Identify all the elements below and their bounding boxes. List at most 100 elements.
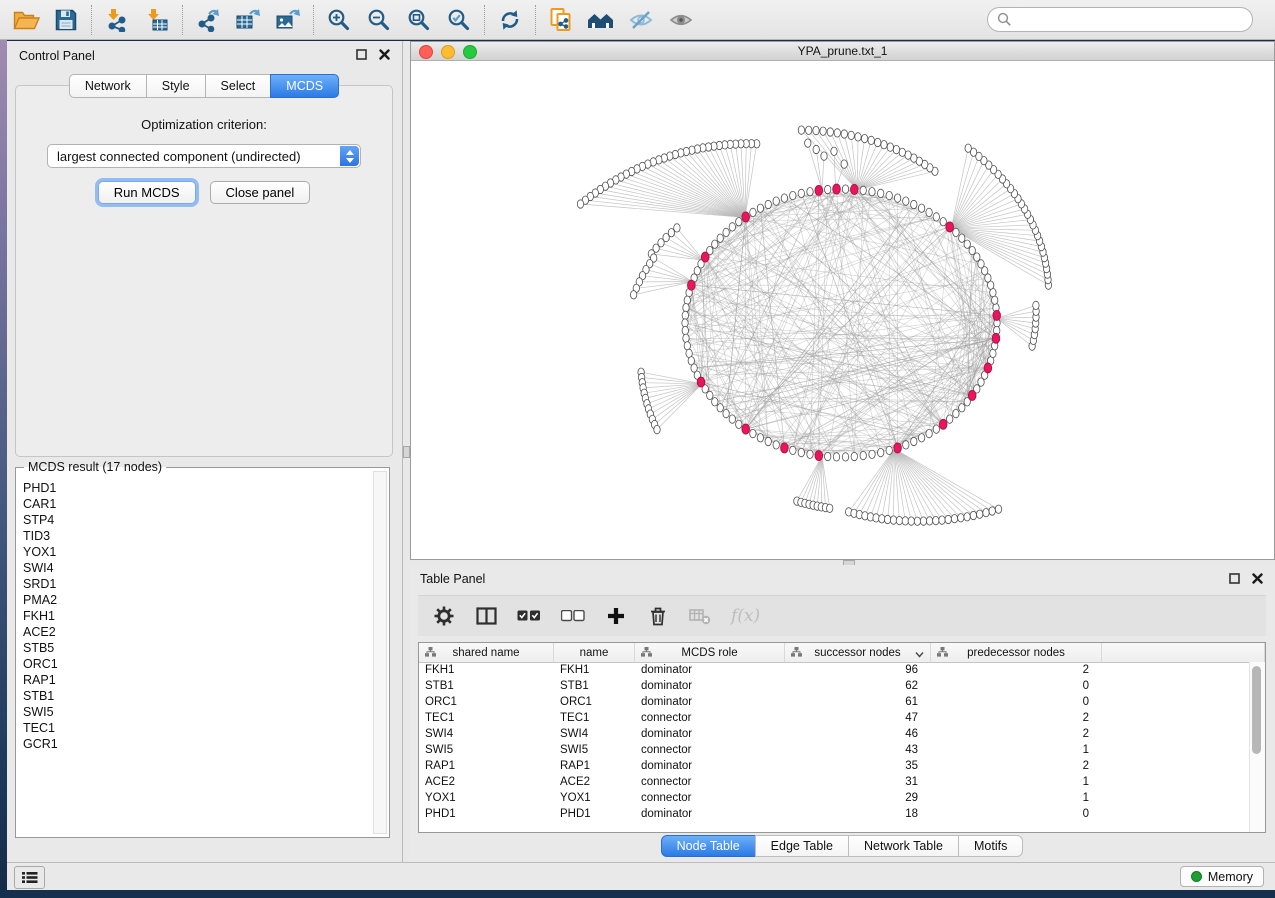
table-cell: 18 (785, 806, 931, 822)
table-row[interactable]: YOX1YOX1connector291 (419, 790, 1249, 806)
tab-network[interactable]: Network (69, 74, 147, 98)
window-minimize-icon[interactable] (441, 45, 455, 59)
select-all-icon[interactable] (517, 604, 541, 628)
table-cell: FKH1 (554, 662, 635, 678)
network-window-titlebar[interactable]: YPA_prune.txt_1 (411, 42, 1274, 61)
table-row[interactable]: ORC1ORC1dominator610 (419, 694, 1249, 710)
list-item[interactable]: RAP1 (23, 672, 373, 688)
delete-table-icon[interactable] (689, 604, 711, 628)
list-item[interactable]: TEC1 (23, 720, 373, 736)
network-window: YPA_prune.txt_1 (410, 41, 1275, 560)
window-close-icon[interactable] (419, 45, 433, 59)
mcds-result-list[interactable]: PHD1CAR1STP4TID3YOX1SWI4SRD1PMA2FKH1ACE2… (16, 474, 373, 835)
zoom-fit-icon[interactable] (399, 3, 439, 37)
table-row[interactable]: TEC1TEC1connector472 (419, 710, 1249, 726)
show-panels-button[interactable] (14, 866, 45, 889)
refresh-icon[interactable] (490, 3, 530, 37)
export-image-icon[interactable] (268, 3, 308, 37)
network-canvas[interactable] (411, 61, 1274, 559)
float-panel-icon[interactable] (1229, 573, 1240, 584)
table-scrollbar[interactable] (1249, 662, 1265, 832)
tab-style[interactable]: Style (146, 74, 206, 98)
tab-node-table[interactable]: Node Table (661, 835, 756, 857)
close-panel-icon[interactable] (1252, 573, 1263, 584)
first-neighbors-icon[interactable] (581, 3, 621, 37)
list-item[interactable]: PHD1 (23, 480, 373, 496)
table-row[interactable]: RAP1RAP1dominator352 (419, 758, 1249, 774)
optimization-criterion-select[interactable]: largest connected component (undirected) (47, 144, 361, 168)
list-item[interactable]: STB1 (23, 688, 373, 704)
table-cell: TEC1 (554, 710, 635, 726)
float-panel-icon[interactable] (356, 49, 367, 60)
list-item[interactable]: TID3 (23, 528, 373, 544)
table-cell: 1 (931, 790, 1102, 806)
hide-selected-icon[interactable] (621, 3, 661, 37)
list-item[interactable]: FKH1 (23, 608, 373, 624)
import-table-icon[interactable] (137, 3, 177, 37)
list-item[interactable]: GCR1 (23, 736, 373, 752)
table-cell: dominator (635, 758, 785, 774)
zoom-selected-icon[interactable] (439, 3, 479, 37)
vertical-splitter[interactable] (403, 41, 410, 862)
list-item[interactable]: PMA2 (23, 592, 373, 608)
export-table-icon[interactable] (228, 3, 268, 37)
sort-chevron-icon[interactable] (915, 649, 924, 661)
tab-network-table[interactable]: Network Table (848, 835, 959, 857)
column-header-successor-nodes[interactable]: successor nodes (785, 643, 931, 662)
column-header-MCDS-role[interactable]: MCDS role (635, 643, 785, 662)
close-panel-icon[interactable] (379, 49, 390, 60)
duplicate-network-icon[interactable] (541, 3, 581, 37)
list-item[interactable]: SRD1 (23, 576, 373, 592)
list-item[interactable]: SWI4 (23, 560, 373, 576)
tab-motifs[interactable]: Motifs (958, 835, 1023, 857)
vertical-splitter-handle[interactable] (403, 446, 410, 458)
table-row[interactable]: ACE2ACE2connector311 (419, 774, 1249, 790)
export-network-icon[interactable] (188, 3, 228, 37)
save-icon[interactable] (46, 3, 86, 37)
table-row[interactable]: STB1STB1dominator620 (419, 678, 1249, 694)
table-scrollbar-thumb[interactable] (1252, 666, 1261, 754)
tab-edge-table[interactable]: Edge Table (755, 835, 849, 857)
show-all-icon[interactable] (661, 3, 701, 37)
table-row[interactable]: SWI4SWI4dominator462 (419, 726, 1249, 742)
run-mcds-button[interactable]: Run MCDS (98, 181, 196, 204)
list-item[interactable]: STP4 (23, 512, 373, 528)
split-panel-icon[interactable] (475, 604, 497, 628)
close-panel-button[interactable]: Close panel (210, 181, 311, 204)
table-row[interactable]: PHD1PHD1dominator180 (419, 806, 1249, 822)
open-icon[interactable] (6, 3, 46, 37)
window-maximize-icon[interactable] (463, 45, 477, 59)
list-item[interactable]: SWI5 (23, 704, 373, 720)
gear-icon[interactable] (433, 604, 455, 628)
list-item[interactable]: CAR1 (23, 496, 373, 512)
column-header-predecessor-nodes[interactable]: predecessor nodes (931, 643, 1102, 662)
table-cell: 61 (785, 694, 931, 710)
deselect-all-icon[interactable] (561, 604, 585, 628)
column-header-name[interactable]: name (554, 643, 635, 662)
list-item[interactable]: ORC1 (23, 656, 373, 672)
table-cell: RAP1 (419, 758, 554, 774)
zoom-out-icon[interactable] (359, 3, 399, 37)
function-icon[interactable]: f(x) (731, 604, 760, 628)
tab-mcds[interactable]: MCDS (270, 74, 339, 98)
control-panel-tabs: NetworkStyleSelectMCDS (7, 74, 402, 98)
control-panel-header: Control Panel (7, 41, 402, 69)
memory-button[interactable]: Memory (1180, 866, 1264, 887)
mcds-result-scrollbar[interactable] (373, 471, 387, 834)
list-item[interactable]: STB5 (23, 640, 373, 656)
table-cell: 46 (785, 726, 931, 742)
column-header-empty (1102, 643, 1265, 662)
tab-select[interactable]: Select (205, 74, 272, 98)
column-header-shared-name[interactable]: shared name (419, 643, 554, 662)
table-row[interactable]: SWI5SWI5connector431 (419, 742, 1249, 758)
import-network-icon[interactable] (97, 3, 137, 37)
list-item[interactable]: YOX1 (23, 544, 373, 560)
add-column-icon[interactable] (605, 604, 627, 628)
table-row[interactable]: FKH1FKH1dominator962 (419, 662, 1249, 678)
table-cell: connector (635, 790, 785, 806)
search-input[interactable] (987, 7, 1253, 32)
delete-icon[interactable] (647, 604, 669, 628)
list-item[interactable]: ACE2 (23, 624, 373, 640)
zoom-in-icon[interactable] (319, 3, 359, 37)
desktop-background-bottom (0, 890, 1275, 898)
